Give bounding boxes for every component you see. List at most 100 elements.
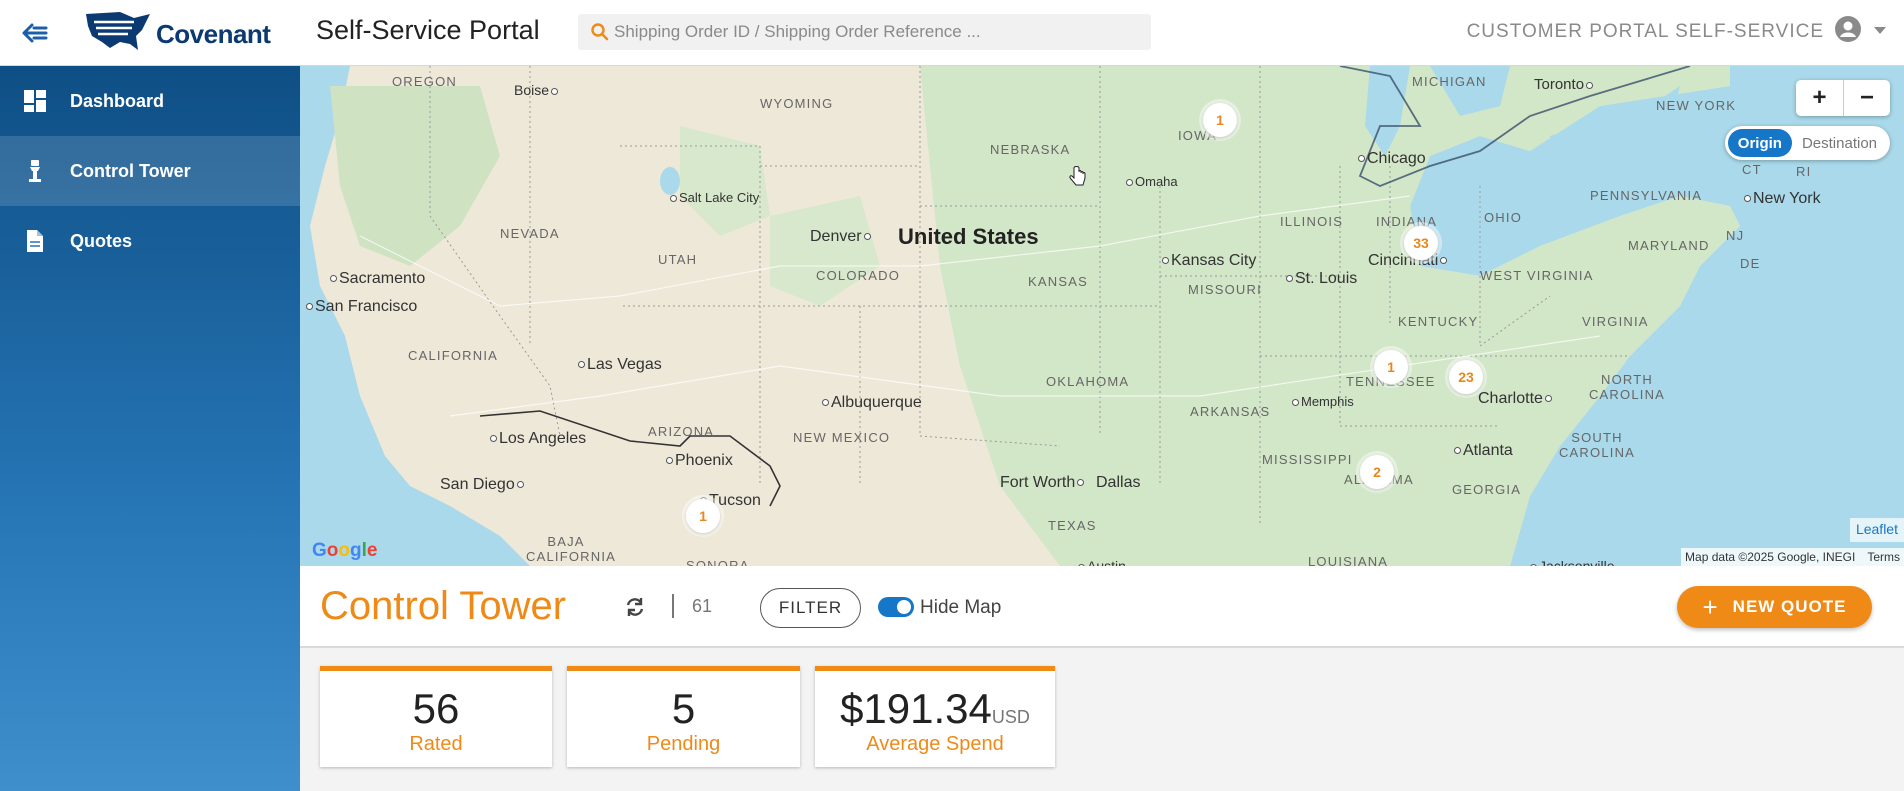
covenant-logo[interactable]: Covenant [84,8,274,56]
separator [672,594,674,618]
city-dot-icon [1162,257,1169,265]
hide-map-toggle[interactable] [878,597,914,617]
city-dot-icon [1286,275,1293,283]
origin-destination-toggle: Origin Destination [1724,126,1890,160]
state-label: NEBRASKA [990,142,1071,157]
user-menu-caret-icon[interactable] [1874,27,1886,34]
stat-card-average-spend[interactable]: $191.34USD Average Spend [815,666,1055,767]
currency-unit: USD [991,707,1030,727]
map-data-attribution: Map data ©2025 Google, INEGI [1685,550,1856,564]
zoom-controls: + − [1796,80,1890,116]
terms-link[interactable]: Terms [1867,550,1900,564]
zoom-out-button[interactable]: − [1843,80,1890,116]
stat-card-rated[interactable]: 56 Rated [320,666,552,767]
city-label: Austin [1076,558,1126,566]
state-label: TEXAS [1048,518,1097,533]
state-label: WYOMING [760,96,834,111]
document-icon [27,230,43,252]
sidebar-item-dashboard[interactable]: Dashboard [0,66,300,136]
state-label: PENNSYLVANIA [1590,188,1703,203]
state-label: NEVADA [500,226,560,241]
state-label: NORTH CAROLINA [1588,372,1666,402]
page-title: Control Tower [320,584,567,628]
city-label: Fort Worth [1000,474,1086,492]
map-attribution: Map data ©2025 Google, INEGI Terms [1681,548,1904,566]
state-label: OKLAHOMA [1046,374,1130,389]
state-label: SOUTH CAROLINA [1558,430,1636,460]
search-box [578,14,1151,50]
stat-value: 56 [412,685,460,732]
state-label: SONORA [686,558,750,566]
city-label: Omaha [1124,174,1178,189]
city-label: Salt Lake City [668,190,759,205]
control-tower-icon [29,160,41,182]
state-label: MARYLAND [1628,238,1710,253]
city-dot-icon [516,481,524,489]
app-title: Self-Service Portal [316,15,540,45]
state-label: VIRGINIA [1582,314,1649,329]
city-dot-icon [551,87,559,95]
state-label: NJ [1726,228,1745,243]
shipment-cluster-marker[interactable]: 1 [686,499,720,533]
city-dot-icon [1358,155,1365,163]
state-label: NEW MEXICO [793,430,891,445]
toggle-knob [897,600,911,614]
sidebar-item-label: Quotes [70,230,133,251]
city-label: Charlotte [1478,390,1554,408]
search-input[interactable] [614,14,1144,50]
user-account-icon[interactable] [1834,15,1862,43]
city-dot-icon [1292,399,1299,407]
origin-button[interactable]: Origin [1727,129,1792,157]
shipment-cluster-marker[interactable]: 33 [1404,226,1438,260]
city-dot-icon [1454,447,1461,455]
country-label: United States [898,224,1039,249]
dashboard-icon [24,90,46,112]
stat-card-pending[interactable]: 5 Pending [567,666,800,767]
shipment-cluster-marker[interactable]: 2 [1360,455,1394,489]
state-label: MISSOURI [1188,282,1262,297]
city-dot-icon [1126,179,1133,187]
state-label: BAJA CALIFORNIA [526,534,617,564]
stat-label: Average Spend [866,733,1004,755]
state-label: CT [1742,162,1762,177]
state-label: MISSISSIPPI [1262,452,1353,467]
covenant-map-icon [86,12,150,50]
state-label: RI [1796,164,1812,179]
new-quote-button[interactable]: + NEW QUOTE [1677,586,1872,628]
city-dot-icon [306,303,313,311]
city-label: Atlanta [1452,442,1513,460]
sidebar-item-quotes[interactable]: Quotes [0,206,300,276]
zoom-in-button[interactable]: + [1796,80,1843,116]
stat-label: Rated [409,733,463,755]
hand-cursor-icon [1069,166,1086,186]
city-dot-icon [1544,395,1552,403]
state-label: KANSAS [1028,274,1088,289]
city-label: Denver [810,228,873,246]
destination-button[interactable]: Destination [1792,129,1887,157]
city-dot-icon [670,195,677,203]
refresh-icon[interactable] [624,596,646,618]
state-label: MICHIGAN [1412,74,1487,89]
city-dot-icon [1440,257,1448,265]
hide-map-label: Hide Map [920,597,1002,618]
google-logo[interactable]: Google [312,540,377,562]
state-label: ARIZONA [648,424,715,439]
shipment-cluster-marker[interactable]: 1 [1203,103,1237,137]
back-arrow-icon[interactable] [18,16,52,50]
shipment-cluster-marker[interactable]: 1 [1374,350,1408,384]
state-label: KENTUCKY [1398,314,1479,329]
city-label: Boise [514,82,560,98]
city-label: Dallas [1096,474,1141,491]
leaflet-attribution-link[interactable]: Leaflet [1849,518,1904,542]
filter-button[interactable]: FILTER [760,588,861,628]
city-dot-icon [822,399,829,407]
shipment-cluster-marker[interactable]: 23 [1449,360,1483,394]
state-label: LOUISIANA [1308,554,1389,566]
control-tower-header: Control Tower 61 FILTER Hide Map + NEW Q… [300,566,1904,648]
stat-label: Pending [646,733,721,755]
state-label: NEW YORK [1656,98,1737,113]
state-label: WEST VIRGINIA [1480,268,1594,283]
shipment-map[interactable]: OREGON WYOMING NEBRASKA IOWA MICHIGAN NE… [300,66,1904,566]
portal-label: CUSTOMER PORTAL SELF-SERVICE [1466,21,1824,42]
sidebar-item-control-tower[interactable]: Control Tower [0,136,300,206]
